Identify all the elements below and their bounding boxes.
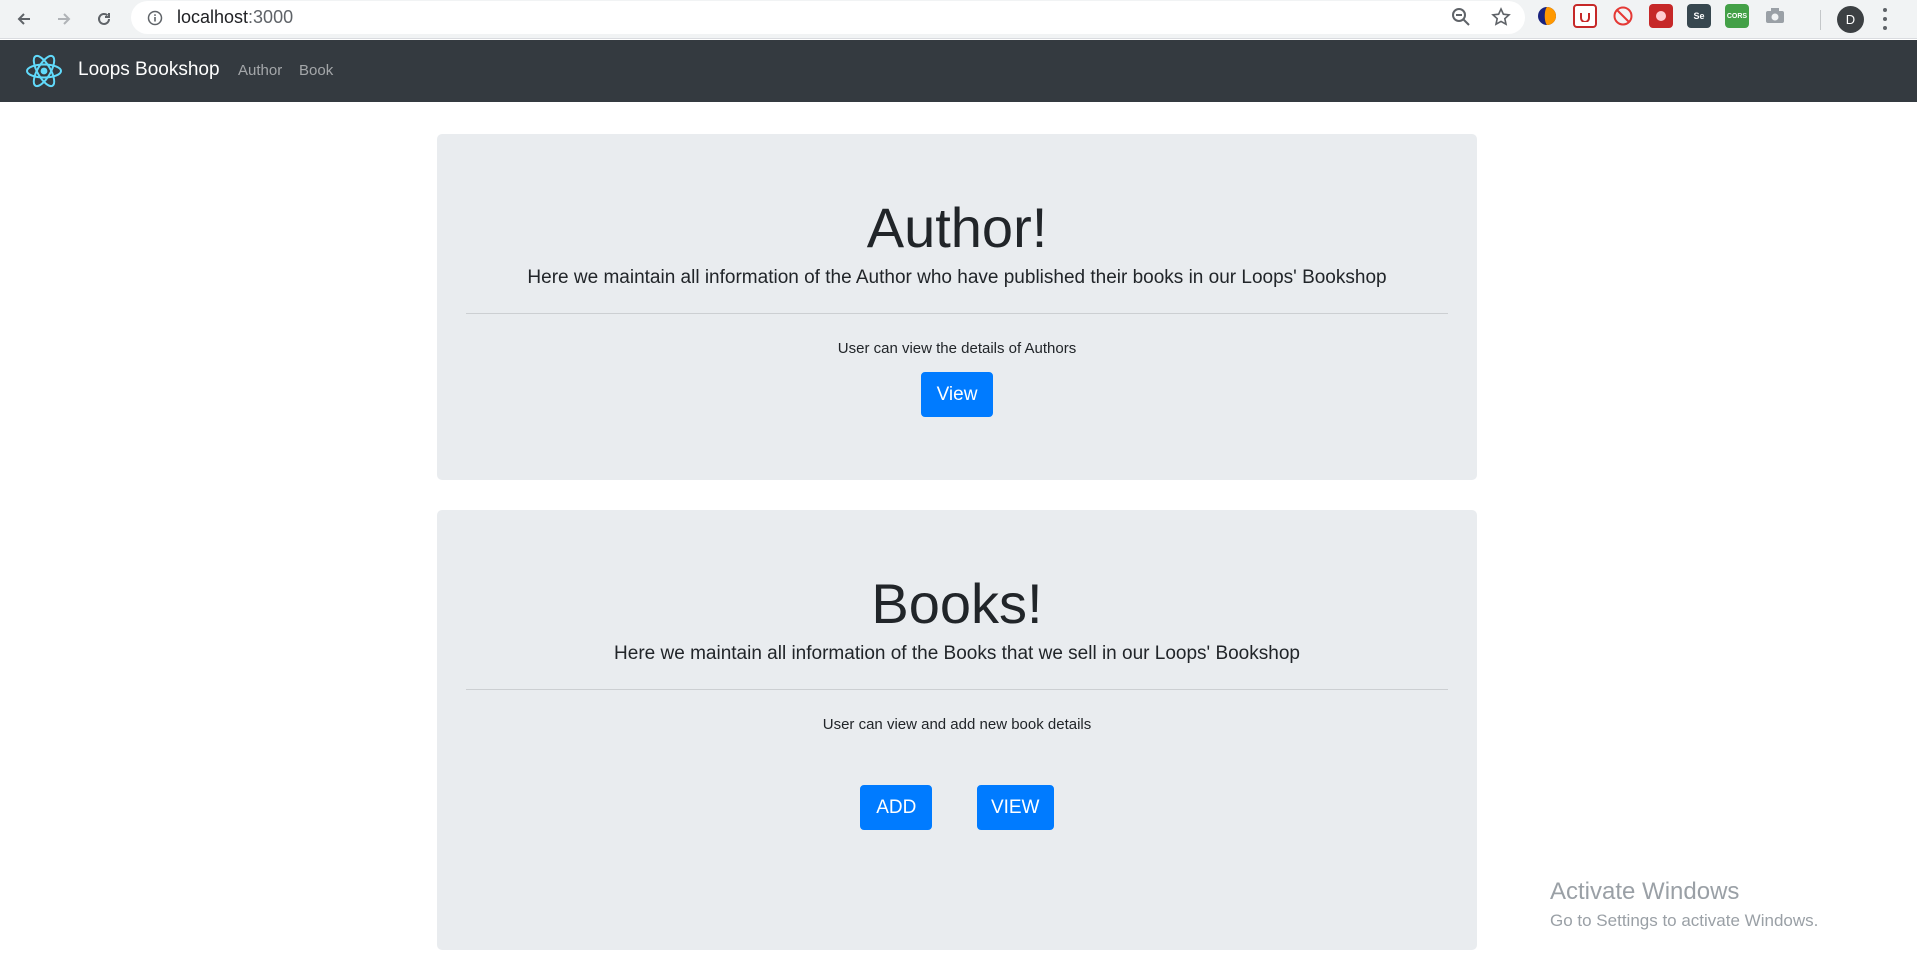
address-bar[interactable]: localhost:3000 (131, 1, 1525, 34)
author-jumbotron: Author! Here we maintain all information… (437, 134, 1477, 480)
books-description: User can view and add new book details (822, 716, 1092, 734)
books-button-group: ADD VIEW (437, 785, 1477, 831)
url-host: localhost (177, 7, 249, 27)
zoom-icon[interactable] (1451, 7, 1471, 27)
books-jumbotron: Books! Here we maintain all information … (437, 510, 1477, 950)
books-lead-text: Here we maintain all information of the … (614, 643, 1155, 665)
selenium-extension-icon[interactable]: Se (1687, 4, 1711, 28)
url-port: :3000 (248, 7, 294, 27)
books-add-button[interactable]: ADD (860, 785, 933, 831)
no-entry-extension-icon[interactable] (1611, 4, 1635, 28)
selenium-extension-label: Se (1693, 11, 1705, 21)
browser-toolbar: localhost:3000 Se CORS D (0, 0, 1917, 39)
info-icon[interactable] (147, 10, 163, 26)
camera-extension-icon[interactable] (1763, 4, 1787, 28)
books-title: Books! (871, 572, 1043, 635)
author-title: Author! (866, 196, 1048, 259)
forward-button[interactable] (49, 4, 79, 34)
red-extension-icon[interactable] (1649, 4, 1673, 28)
author-lead-emphasis: Loops' Bookshop (1241, 267, 1387, 289)
reload-icon (98, 12, 110, 25)
ublock-extension-icon[interactable] (1573, 4, 1597, 28)
nav-link-author[interactable]: Author (238, 62, 282, 79)
react-logo-icon[interactable] (24, 51, 64, 91)
profile-avatar[interactable]: D (1837, 6, 1864, 33)
app-navbar: Loops Bookshop Author Book (0, 40, 1917, 102)
back-button[interactable] (9, 4, 39, 34)
cors-extension-icon[interactable]: CORS (1725, 4, 1749, 28)
pocket-extension-icon[interactable] (1535, 4, 1559, 28)
author-view-button[interactable]: View (921, 372, 993, 418)
browser-menu-icon[interactable] (1882, 8, 1888, 30)
author-lead: Here we maintain all information of the … (437, 267, 1477, 289)
activate-windows-title: Activate Windows (1550, 878, 1740, 905)
arrow-left-icon (17, 13, 30, 25)
toolbar-divider (1820, 10, 1821, 30)
bookmark-star-icon[interactable] (1491, 7, 1511, 27)
author-divider (466, 313, 1448, 315)
brand-name[interactable]: Loops Bookshop (78, 59, 220, 81)
cors-extension-label: CORS (1726, 12, 1748, 20)
nav-link-book[interactable]: Book (299, 62, 333, 79)
author-lead-text: Here we maintain all information of the … (527, 267, 1242, 289)
books-lead-emphasis: Loops' Bookshop (1154, 643, 1300, 665)
extensions-bar: Se CORS (1535, 4, 1787, 28)
books-divider (466, 689, 1448, 691)
arrow-right-icon (58, 13, 71, 25)
profile-initial: D (1845, 12, 1856, 27)
reload-button[interactable] (89, 4, 119, 34)
author-description: User can view the details of Authors (837, 340, 1077, 358)
books-lead: Here we maintain all information of the … (437, 643, 1477, 665)
url-text: localhost:3000 (177, 7, 293, 28)
activate-windows-subtitle: Go to Settings to activate Windows. (1550, 911, 1819, 930)
books-view-button[interactable]: VIEW (976, 785, 1054, 831)
